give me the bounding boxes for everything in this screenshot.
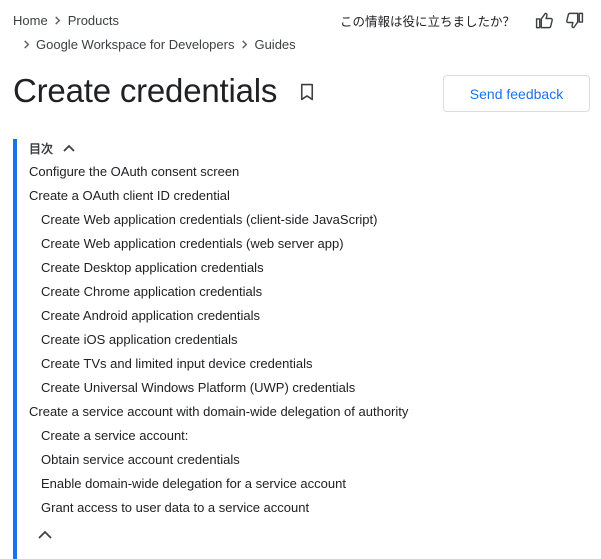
chevron-up-icon[interactable]	[38, 526, 52, 539]
page-title: Create credentials	[13, 72, 278, 109]
table-of-contents: 目次 Configure the OAuth consent screen Cre…	[13, 139, 597, 559]
breadcrumb-secondary: Google Workspace for Developers Guides	[22, 35, 296, 53]
toc-item[interactable]: Enable domain-wide delegation for a serv…	[29, 475, 408, 499]
toc-item[interactable]: Obtain service account credentials	[29, 451, 408, 475]
breadcrumb-workspace-developers[interactable]: Google Workspace for Developers	[36, 37, 234, 52]
thumb-down-icon[interactable]	[563, 9, 585, 31]
helpful-question: この情報は役に立ちましたか？	[339, 13, 515, 29]
breadcrumb-guides[interactable]: Guides	[254, 37, 295, 52]
chevron-right-icon	[22, 35, 36, 53]
toc-item[interactable]: Create Desktop application credentials	[29, 259, 408, 283]
toc-item[interactable]: Grant access to user data to a service a…	[29, 499, 408, 523]
helpful-rating: この情報は役に立ちましたか？	[340, 9, 585, 31]
chevron-right-icon	[48, 11, 68, 29]
thumb-up-icon[interactable]	[533, 9, 555, 31]
send-feedback-button[interactable]: Send feedback	[443, 75, 590, 112]
toc-toggle[interactable]: 目次	[29, 139, 75, 157]
chevron-up-icon	[63, 144, 75, 152]
breadcrumb-products[interactable]: Products	[68, 13, 119, 28]
toc-item[interactable]: Create Android application credentials	[29, 307, 408, 331]
toc-item[interactable]: Create Universal Windows Platform (UWP) …	[29, 379, 408, 403]
toc-item[interactable]: Create Web application credentials (clie…	[29, 211, 408, 235]
toc-item[interactable]: Configure the OAuth consent screen	[29, 163, 408, 187]
toc-item[interactable]: Create Chrome application credentials	[29, 283, 408, 307]
toc-item[interactable]: Create Web application credentials (web …	[29, 235, 408, 259]
toc-item[interactable]: Create a OAuth client ID credential	[29, 187, 408, 211]
breadcrumb: Home Products	[13, 11, 119, 29]
toc-item[interactable]: Create iOS application credentials	[29, 331, 408, 355]
breadcrumb-home[interactable]: Home	[13, 13, 48, 28]
toc-item[interactable]: Create TVs and limited input device cred…	[29, 355, 408, 379]
bookmark-icon[interactable]	[296, 80, 318, 104]
toc-header-label: 目次	[29, 141, 54, 156]
chevron-right-icon	[234, 35, 254, 53]
toc-list: Configure the OAuth consent screen Create…	[29, 163, 408, 523]
toc-item[interactable]: Create a service account:	[29, 427, 408, 451]
toc-item[interactable]: Create a service account with domain-wid…	[29, 403, 408, 427]
